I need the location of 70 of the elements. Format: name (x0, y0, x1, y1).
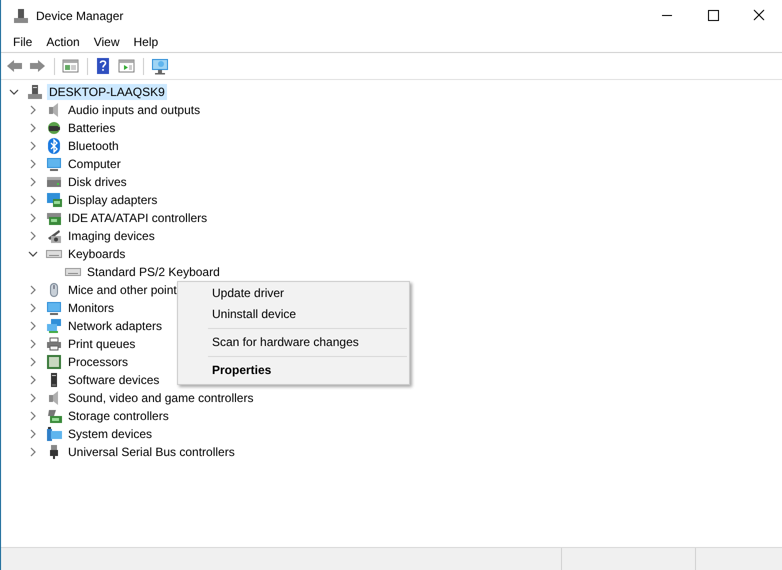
system-icon (46, 426, 62, 442)
forward-arrow-icon[interactable] (29, 58, 47, 74)
tree-item[interactable]: Universal Serial Bus controllers (66, 444, 237, 460)
collapse-chevron-icon[interactable] (28, 249, 38, 259)
expand-chevron-icon[interactable] (28, 105, 38, 115)
tree-item[interactable]: DESKTOP-LAAQSK9 (47, 84, 167, 100)
expand-chevron-icon[interactable] (28, 393, 38, 403)
tree-item[interactable]: Software devices (66, 372, 162, 388)
expand-chevron-icon[interactable] (28, 141, 38, 151)
window-title: Device Manager (36, 8, 124, 22)
tree-item[interactable]: Print queues (66, 336, 138, 352)
back-arrow-icon[interactable] (6, 58, 24, 74)
bluetooth-icon (46, 138, 62, 154)
camera-icon (46, 228, 62, 244)
expand-chevron-icon[interactable] (28, 213, 38, 223)
computer-icon (27, 84, 43, 100)
tree-item[interactable]: Imaging devices (66, 228, 157, 244)
tree-item[interactable]: Display adapters (66, 192, 160, 208)
tree-item[interactable]: Audio inputs and outputs (66, 102, 202, 118)
menu-item[interactable]: Update driver (178, 283, 409, 304)
processor-icon (46, 354, 62, 370)
tree-item[interactable]: Batteries (66, 120, 118, 136)
expand-chevron-icon[interactable] (28, 375, 38, 385)
tree-item[interactable]: Computer (66, 156, 123, 172)
expand-chevron-icon[interactable] (28, 339, 38, 349)
storage-icon (46, 408, 62, 424)
properties-window-icon[interactable] (62, 58, 80, 74)
tree-item[interactable]: Network adapters (66, 318, 164, 334)
menu-item[interactable]: Properties (178, 360, 409, 381)
tree-item[interactable]: Monitors (66, 300, 116, 316)
tree-item[interactable]: IDE ATA/ATAPI controllers (66, 210, 210, 226)
monitor-icon (46, 156, 62, 172)
tree-item[interactable]: Mice and other point (66, 282, 179, 298)
update-window-icon[interactable] (118, 58, 136, 74)
expand-chevron-icon[interactable] (28, 429, 38, 439)
tree-item[interactable]: Sound, video and game controllers (66, 390, 256, 406)
tree-item[interactable]: Storage controllers (66, 408, 171, 424)
expand-chevron-icon[interactable] (28, 177, 38, 187)
tree-item[interactable]: Processors (66, 354, 130, 370)
printer-icon (46, 336, 62, 352)
network-icon (46, 318, 62, 334)
menu-item[interactable]: Action (39, 34, 87, 48)
expand-chevron-icon[interactable] (28, 159, 38, 169)
expand-chevron-icon[interactable] (28, 321, 38, 331)
expand-chevron-icon[interactable] (28, 123, 38, 133)
expand-chevron-icon[interactable] (28, 231, 38, 241)
expand-chevron-icon[interactable] (28, 357, 38, 367)
tree-item[interactable]: Disk drives (66, 174, 129, 190)
tree-item[interactable]: Bluetooth (66, 138, 121, 154)
expand-chevron-icon[interactable] (28, 285, 38, 295)
menu-item[interactable]: File (6, 34, 40, 48)
expand-chevron-icon[interactable] (28, 411, 38, 421)
menu-item[interactable]: Scan for hardware changes (178, 332, 409, 353)
device-manager-icon (13, 8, 29, 24)
display-adapter-icon (46, 192, 62, 208)
expand-chevron-icon[interactable] (28, 195, 38, 205)
monitor-scan-icon[interactable] (151, 58, 169, 74)
menu-item[interactable]: View (86, 34, 126, 48)
menu-item[interactable]: Uninstall device (178, 304, 409, 325)
menu-item[interactable]: Help (126, 34, 166, 48)
expand-chevron-icon[interactable] (28, 447, 38, 457)
collapse-chevron-icon[interactable] (9, 87, 19, 97)
tree-item[interactable]: Standard PS/2 Keyboard (85, 264, 222, 280)
monitor-icon (46, 300, 62, 316)
tree-item[interactable]: Keyboards (66, 246, 128, 262)
circuit-board-icon (46, 210, 62, 226)
expand-chevron-icon[interactable] (28, 303, 38, 313)
disk-drive-icon (46, 174, 62, 190)
battery-icon (46, 120, 62, 136)
tree-item[interactable]: System devices (66, 426, 154, 442)
